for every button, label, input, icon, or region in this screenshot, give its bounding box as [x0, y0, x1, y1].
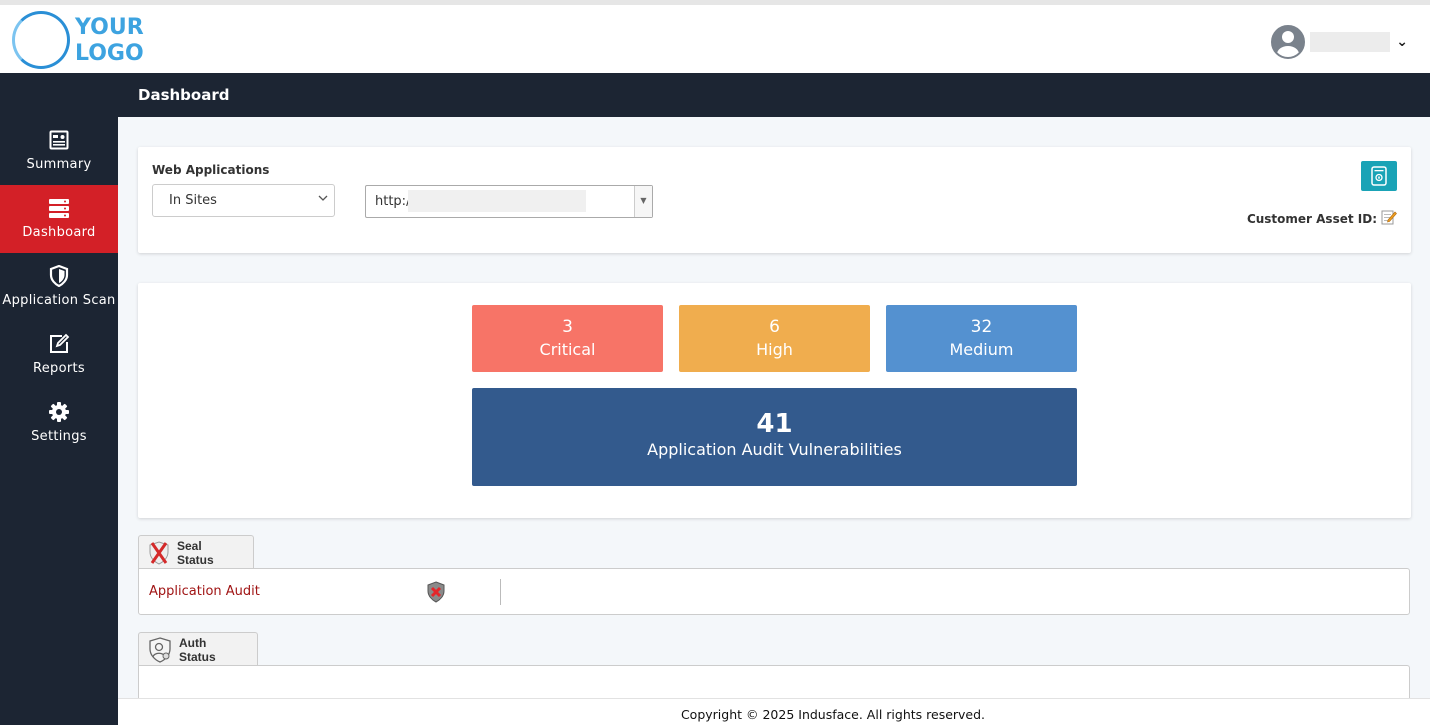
- dropdown-arrow-icon[interactable]: ▼: [634, 186, 652, 217]
- sidebar-item-dashboard[interactable]: Dashboard: [0, 185, 118, 253]
- seal-status-label: Seal Status: [177, 538, 214, 567]
- logo-text: YOUR LOGO: [75, 15, 144, 66]
- sidebar-item-summary[interactable]: Summary: [0, 117, 118, 185]
- company-logo[interactable]: YOUR LOGO: [12, 11, 144, 71]
- medium-count: 32: [970, 317, 993, 337]
- shield-icon: [0, 265, 118, 287]
- user-avatar-icon[interactable]: [1271, 25, 1306, 59]
- customer-asset-label: Customer Asset ID:: [1246, 211, 1377, 226]
- copyright-text: Copyright © 2025 Indusface. All rights r…: [680, 707, 986, 722]
- web-applications-filter: Web Applications In Sites http:/ ▼ Custo…: [138, 147, 1411, 253]
- application-audit-label: Application Audit: [149, 584, 260, 599]
- seal-failed-icon: [426, 581, 446, 607]
- sidebar-item-label: Summary: [26, 157, 92, 172]
- divider: [500, 579, 501, 605]
- seal-status-icon: [147, 540, 171, 566]
- high-count: 6: [769, 317, 780, 337]
- medium-count-box[interactable]: 32 Medium: [886, 305, 1077, 372]
- sidebar-item-label: Application Scan: [2, 293, 116, 308]
- url-select[interactable]: http:/ ▼: [365, 185, 653, 218]
- critical-count: 3: [562, 317, 573, 337]
- critical-label: Critical: [539, 340, 596, 359]
- high-count-box[interactable]: 6 High: [679, 305, 870, 372]
- redacted-url: [408, 190, 586, 212]
- user-menu[interactable]: ⌄: [1271, 25, 1408, 59]
- tab-auth-status[interactable]: Auth Status: [138, 632, 258, 666]
- document-icon: [1371, 166, 1387, 186]
- total-vulnerabilities-box[interactable]: 41 Application Audit Vulnerabilities: [472, 388, 1077, 486]
- edit-note-icon[interactable]: [1381, 209, 1397, 228]
- auth-status-label: Auth Status: [179, 635, 216, 664]
- chevron-down-icon: [318, 193, 328, 206]
- edit-icon: [0, 333, 118, 355]
- sidebar-item-label: Settings: [31, 429, 87, 444]
- vulnerability-summary: 3 Critical 6 High 32 Medium 41 Applicati…: [138, 283, 1411, 518]
- top-header: YOUR LOGO ⌄: [0, 0, 1430, 73]
- server-icon: [0, 197, 118, 219]
- total-label: Application Audit Vulnerabilities: [647, 440, 902, 459]
- sidebar-item-label: Reports: [33, 361, 85, 376]
- page-title: Dashboard: [138, 86, 230, 104]
- seal-status-panel: Application Audit: [138, 568, 1410, 615]
- sidebar-item-reports[interactable]: Reports: [0, 321, 118, 389]
- sidebar-item-settings[interactable]: Settings: [0, 389, 118, 457]
- tab-seal-status[interactable]: Seal Status: [138, 535, 254, 569]
- footer: Copyright © 2025 Indusface. All rights r…: [118, 698, 1430, 725]
- total-count: 41: [756, 409, 793, 439]
- auth-status-icon: [147, 636, 173, 664]
- critical-count-box[interactable]: 3 Critical: [472, 305, 663, 372]
- chevron-down-icon[interactable]: ⌄: [1396, 34, 1408, 50]
- high-label: High: [756, 340, 793, 359]
- sidebar-item-label: Dashboard: [22, 225, 96, 240]
- web-applications-label: Web Applications: [152, 163, 270, 177]
- medium-label: Medium: [949, 340, 1014, 359]
- scope-select[interactable]: In Sites: [152, 184, 335, 217]
- customer-asset-id: Customer Asset ID:: [1247, 209, 1397, 228]
- page-title-bar: Dashboard: [118, 73, 1430, 117]
- sidebar: Summary Dashboard Application Scan Repor…: [0, 73, 118, 725]
- download-pdf-button[interactable]: [1361, 161, 1397, 191]
- gear-icon: [0, 401, 118, 423]
- summary-icon: [0, 129, 118, 151]
- username[interactable]: [1310, 32, 1391, 52]
- logo-ring: [12, 11, 70, 69]
- sidebar-item-application-scan[interactable]: Application Scan: [0, 253, 118, 321]
